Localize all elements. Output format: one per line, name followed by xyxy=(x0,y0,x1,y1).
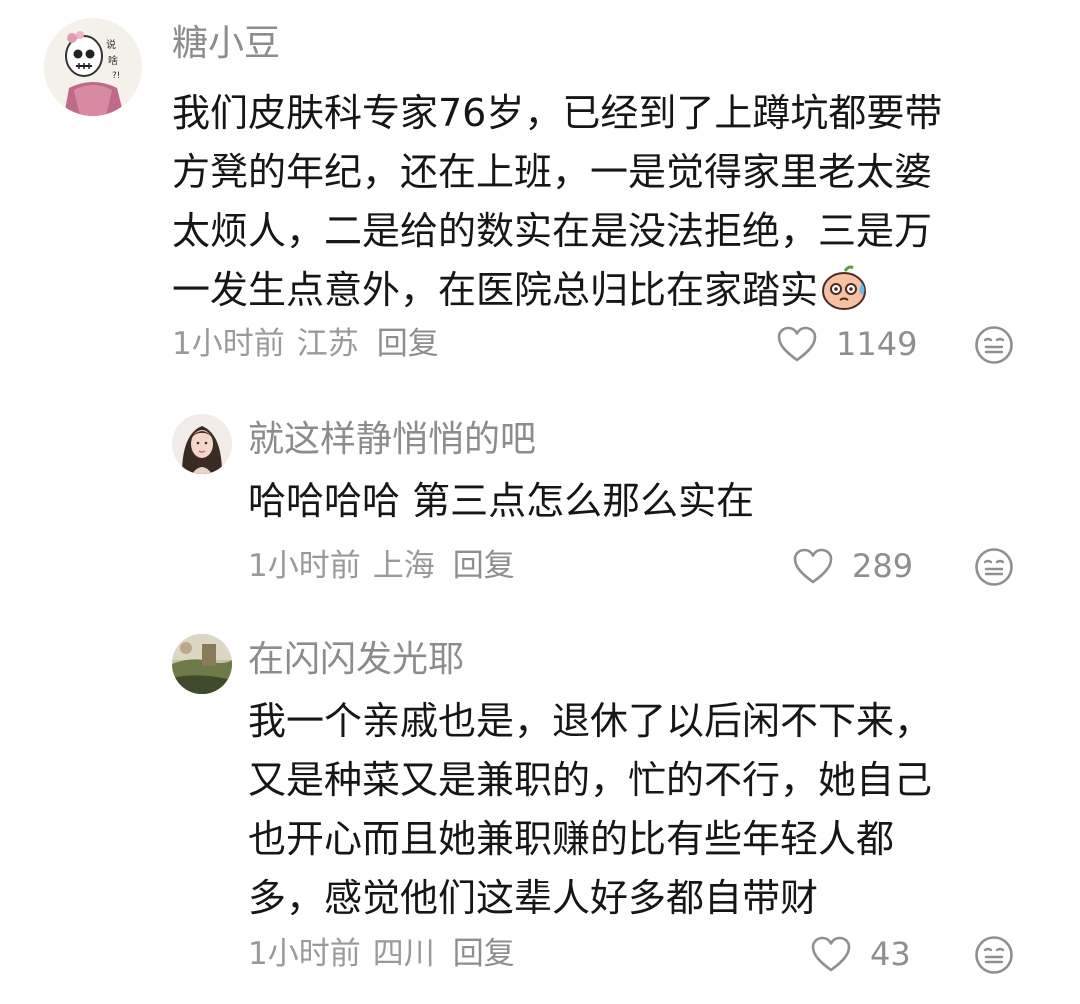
heart-icon xyxy=(793,548,833,584)
heart-icon xyxy=(811,936,851,972)
dislike-button[interactable] xyxy=(974,935,1014,975)
comment-meta: 1小时前 江苏 回复 xyxy=(172,322,451,366)
like-count: 289 xyxy=(852,547,914,585)
author-name[interactable]: 在闪闪发光耶 xyxy=(248,634,464,686)
author-name[interactable]: 糖小豆 xyxy=(172,18,280,70)
meh-face-icon xyxy=(975,326,1013,364)
avatar-woman-portrait[interactable] xyxy=(172,414,232,474)
reply-button[interactable]: 回复 xyxy=(453,544,515,588)
like-button[interactable]: 289 xyxy=(792,544,913,588)
heart-icon xyxy=(777,326,817,362)
location: 江苏 xyxy=(296,326,359,362)
avatar-skull-girl[interactable]: 说 啥 ?! xyxy=(44,18,142,116)
sweat-face-emoji-icon xyxy=(820,265,870,311)
svg-text:说: 说 xyxy=(106,38,116,51)
location: 四川 xyxy=(372,936,435,972)
svg-text:?!: ?! xyxy=(112,71,120,81)
svg-text:啥: 啥 xyxy=(108,54,118,67)
timestamp: 1小时前 xyxy=(248,936,361,972)
like-count: 1149 xyxy=(836,325,918,363)
avatar-scenery[interactable] xyxy=(172,634,232,694)
timestamp: 1小时前 xyxy=(172,326,285,362)
like-count: 43 xyxy=(870,935,911,973)
comment-meta: 1小时前 上海 回复 xyxy=(248,544,527,588)
meh-face-icon xyxy=(975,548,1013,586)
reply-button[interactable]: 回复 xyxy=(453,932,515,976)
dislike-button[interactable] xyxy=(974,325,1014,365)
reply-button[interactable]: 回复 xyxy=(377,322,439,366)
like-button[interactable]: 43 xyxy=(810,932,911,976)
timestamp: 1小时前 xyxy=(248,548,361,584)
dislike-button[interactable] xyxy=(974,547,1014,587)
comment-text: 我一个亲戚也是，退休了以后闲不下来， 又是种菜又是兼职的，忙的不行，她自己 也开… xyxy=(248,699,933,920)
location: 上海 xyxy=(372,548,435,584)
like-button[interactable]: 1149 xyxy=(776,322,917,366)
comment-text: 我们皮肤科专家76岁，已经到了上蹲坑都要带 方凳的年纪，还在上班，一是觉得家里老… xyxy=(172,84,1032,320)
comment-text: 哈哈哈哈 第三点怎么那么实在 xyxy=(248,479,755,523)
comment-meta: 1小时前 四川 回复 xyxy=(248,932,527,976)
author-name[interactable]: 就这样静悄悄的吧 xyxy=(248,414,536,466)
meh-face-icon xyxy=(975,936,1013,974)
